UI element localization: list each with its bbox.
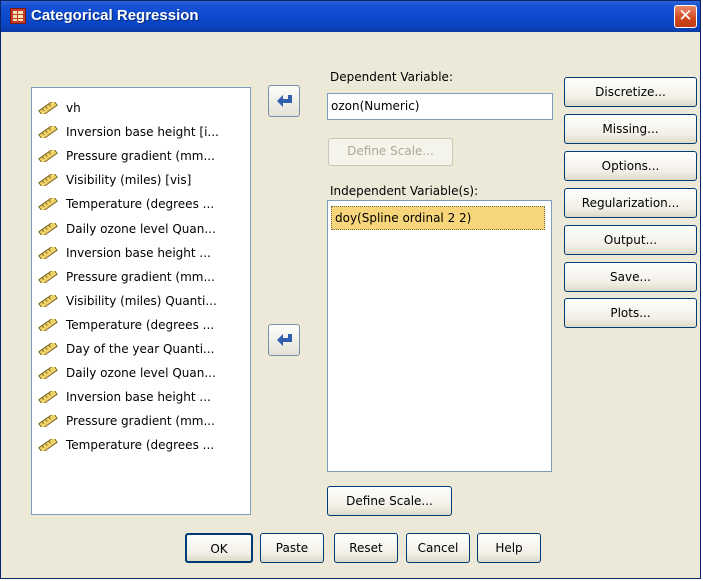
transfer-arrow-icon [277, 95, 292, 107]
define-scale-dependent-button[interactable]: Define Scale... [328, 138, 453, 166]
independent-variable-item[interactable]: doy(Spline ordinal 2 2) [331, 206, 545, 230]
ruler-icon [38, 318, 58, 331]
options-button[interactable]: Options... [564, 151, 697, 181]
variable-label: Daily ozone level Quan... [66, 221, 216, 236]
ruler-icon [38, 343, 58, 355]
variable-label: Inversion base height [i... [66, 125, 219, 140]
variable-label: Pressure gradient (mm... [66, 269, 215, 284]
table-icon [10, 8, 26, 24]
dependent-variable-field[interactable]: ozon(Numeric) [327, 93, 553, 120]
variable-label: Temperature (degrees ... [66, 197, 215, 212]
variable-label: Temperature (degrees ... [66, 317, 215, 332]
ruler-icon [38, 102, 58, 114]
categorical-regression-dialog: Categorical Regression ✕ vh Inversion bas… [0, 0, 701, 579]
ruler-icon [38, 415, 58, 428]
ruler-icon [38, 174, 58, 187]
transfer-arrow-icon [277, 334, 292, 346]
close-icon: ✕ [678, 6, 693, 26]
ruler-icon [38, 222, 58, 235]
output-button[interactable]: Output... [564, 225, 697, 255]
variable-label: Pressure gradient (mm... [66, 414, 215, 429]
close-button[interactable]: ✕ [674, 5, 697, 28]
help-button[interactable]: Help [477, 533, 541, 563]
variable-label: Inversion base height ... [66, 245, 211, 260]
variable-label: Day of the year Quanti... [66, 342, 215, 356]
regularization-button[interactable]: Regularization... [564, 188, 697, 218]
variable-label: Visibility (miles) Quanti... [66, 293, 217, 308]
variable-label: Pressure gradient (mm... [66, 149, 215, 164]
save-button[interactable]: Save... [564, 262, 697, 292]
dependent-variable-label: Dependent Variable: [330, 70, 453, 84]
variable-label: Inversion base height ... [66, 390, 211, 405]
title-bar[interactable]: Categorical Regression ✕ [1, 1, 700, 32]
ruler-icon [38, 294, 58, 307]
variable-label: vh [66, 101, 81, 115]
plots-button[interactable]: Plots... [564, 298, 697, 328]
discretize-button[interactable]: Discretize... [564, 77, 697, 107]
ruler-icon [38, 198, 58, 211]
source-variable-list[interactable]: vh Inversion base height [i... Pressure gr… [31, 87, 251, 515]
cancel-button[interactable]: Cancel [406, 533, 470, 563]
ruler-icon [38, 439, 58, 452]
ruler-icon [38, 126, 58, 139]
window-title: Categorical Regression [31, 7, 199, 24]
missing-button[interactable]: Missing... [564, 114, 697, 144]
move-to-dependent-button[interactable] [268, 85, 300, 117]
ruler-icon [38, 150, 58, 163]
paste-button[interactable]: Paste [260, 533, 324, 563]
define-scale-independent-button[interactable]: Define Scale... [327, 486, 452, 516]
variable-label: Daily ozone level Quan... [66, 366, 216, 381]
ruler-icon [38, 367, 58, 380]
ruler-icon [38, 270, 58, 283]
ruler-icon [38, 246, 58, 259]
variable-label: Visibility (miles) [vis] [66, 173, 192, 188]
move-to-independent-button[interactable] [268, 324, 300, 356]
ruler-icon [38, 391, 58, 404]
independent-variables-list[interactable]: doy(Spline ordinal 2 2) [327, 200, 552, 472]
independent-variables-label: Independent Variable(s): [330, 184, 479, 198]
reset-button[interactable]: Reset [334, 533, 398, 563]
variable-label: Temperature (degrees ... [66, 438, 215, 453]
ok-button[interactable]: OK [185, 533, 253, 563]
